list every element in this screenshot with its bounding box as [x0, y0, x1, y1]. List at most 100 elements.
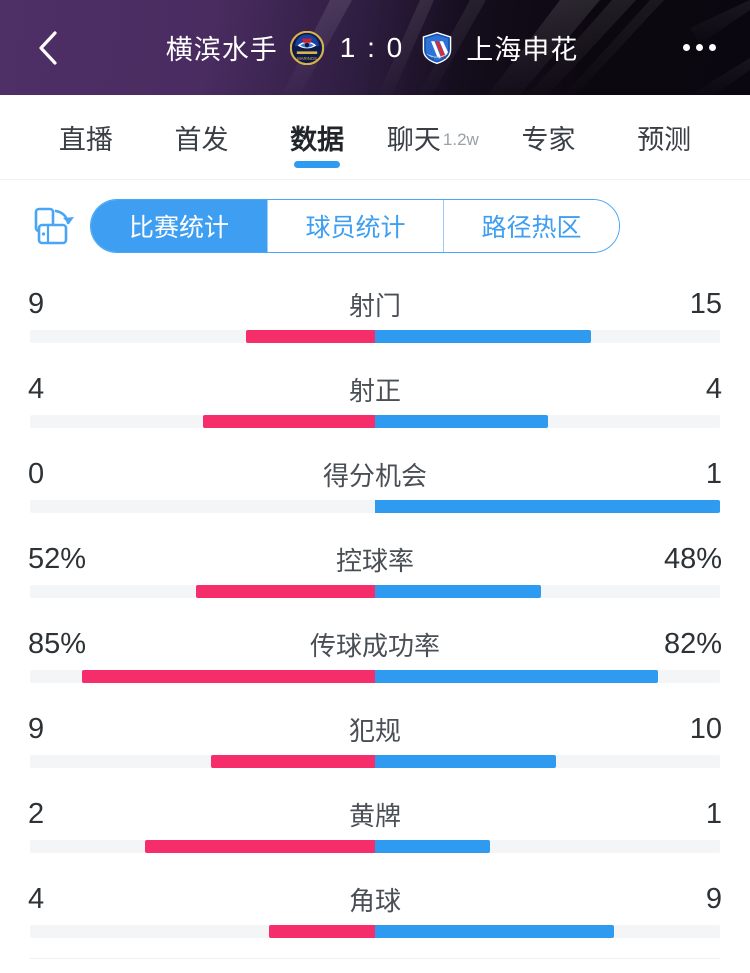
tab-预测[interactable]: 预测 — [606, 95, 722, 180]
away-stat-value: 9 — [652, 883, 722, 916]
home-bar-fill — [203, 415, 376, 428]
home-team-name: 横滨水手 — [166, 28, 278, 67]
home-bar-half — [30, 925, 375, 938]
away-stat-value: 48% — [652, 543, 722, 576]
away-stat-value: 15 — [652, 288, 722, 321]
home-bar-fill — [269, 925, 375, 938]
match-stats-list: 9射门154射正40得分机会152%控球率48%85%传球成功率82%9犯规10… — [0, 272, 750, 958]
home-stat-value: 9 — [28, 288, 98, 321]
stat-bar-track — [30, 585, 720, 598]
more-horizontal-icon — [709, 44, 716, 51]
away-bar-fill — [375, 755, 556, 768]
rotate-screen-button[interactable] — [24, 197, 82, 255]
home-bar-fill — [145, 840, 375, 853]
stat-row: 4角球9 — [0, 873, 750, 958]
home-bar-half — [30, 755, 375, 768]
stat-bar-track — [30, 755, 720, 768]
tab-数据[interactable]: 数据 — [259, 95, 375, 180]
away-bar-half — [375, 330, 720, 343]
stat-row: 85%传球成功率82% — [0, 618, 750, 703]
stat-bar-track — [30, 925, 720, 938]
stat-name: 射正 — [349, 371, 401, 408]
away-bar-fill — [375, 500, 720, 513]
home-bar-fill — [246, 330, 375, 343]
tab-专家[interactable]: 专家 — [491, 95, 607, 180]
svg-text:MARINOS: MARINOS — [297, 55, 317, 60]
tab-直播[interactable]: 直播 — [28, 95, 144, 180]
stat-name: 黄牌 — [349, 796, 401, 833]
more-horizontal-icon — [683, 44, 690, 51]
stat-row-labels: 85%传球成功率82% — [0, 618, 750, 670]
stat-bar-track — [30, 840, 720, 853]
away-bar-fill — [375, 840, 490, 853]
stat-name: 传球成功率 — [310, 626, 440, 663]
home-bar-fill — [196, 585, 375, 598]
segment-球员统计[interactable]: 球员统计 — [267, 200, 443, 252]
stat-row: 0得分机会1 — [0, 448, 750, 533]
stat-bar-track — [30, 415, 720, 428]
tab-label: 预测 — [637, 118, 691, 157]
match-title: 横滨水手 MARINOS 1 : 0 SHENHUA — [70, 28, 674, 67]
chevron-left-icon — [37, 30, 59, 66]
away-bar-half — [375, 415, 720, 428]
stat-row-labels: 2 黄牌 1 — [0, 788, 750, 840]
home-bar-fill — [211, 755, 375, 768]
stat-row: 9犯规10 — [0, 703, 750, 788]
away-bar-half — [375, 670, 720, 683]
stat-row-labels: 4射正4 — [0, 363, 750, 415]
tab-首发[interactable]: 首发 — [144, 95, 260, 180]
stat-row: 9 射门 15 — [0, 278, 750, 363]
tab-active-underline — [294, 161, 340, 168]
away-bar-half — [375, 500, 720, 513]
match-header: 横滨水手 MARINOS 1 : 0 SHENHUA — [0, 0, 750, 95]
stat-name: 控球率 — [336, 541, 414, 578]
back-button[interactable] — [26, 26, 70, 70]
away-stat-value: 10 — [652, 713, 722, 746]
stat-bar-track — [30, 670, 720, 683]
tab-label: 直播 — [59, 118, 113, 157]
home-bar-half — [30, 670, 375, 683]
tab-聊天[interactable]: 聊天1.2w — [375, 95, 491, 180]
stat-row: 2 黄牌 1 — [0, 788, 750, 873]
shanghai-shenhua-crest: SHENHUA — [420, 31, 454, 65]
tab-label: 专家 — [522, 118, 576, 157]
away-stat-value: 1 — [652, 458, 722, 491]
home-stat-value: 2 — [28, 798, 98, 831]
stat-bar-track — [30, 330, 720, 343]
stat-row-labels: 9犯规10 — [0, 703, 750, 755]
tab-label: 首发 — [175, 118, 229, 157]
stats-segmented-control: 比赛统计球员统计路径热区 — [90, 199, 620, 253]
home-stat-value: 85% — [28, 628, 98, 661]
home-stat-value: 52% — [28, 543, 98, 576]
away-stat-value: 1 — [652, 798, 722, 831]
tab-count-badge: 1.2w — [443, 124, 479, 150]
stat-row-labels: 9 射门 15 — [0, 278, 750, 330]
home-stat-value: 4 — [28, 373, 98, 406]
section-tabbar: 直播 首发数据聊天1.2w 专家 预测 — [0, 95, 750, 180]
stat-row-labels: 52% 控球率 48% — [0, 533, 750, 585]
stat-row-labels: 4角球9 — [0, 873, 750, 925]
rotate-screen-icon — [30, 203, 76, 249]
away-bar-fill — [375, 415, 548, 428]
svg-text:SHENHUA: SHENHUA — [428, 56, 447, 60]
stat-name: 射门 — [349, 286, 401, 323]
stat-bar-track — [30, 500, 720, 513]
away-bar-fill — [375, 670, 658, 683]
more-options-button[interactable] — [674, 26, 724, 70]
home-bar-half — [30, 500, 375, 513]
stat-row: 4射正4 — [0, 363, 750, 448]
segment-路径热区[interactable]: 路径热区 — [443, 200, 619, 252]
match-score: 1 : 0 — [336, 32, 408, 64]
home-stat-value: 9 — [28, 713, 98, 746]
home-bar-half — [30, 585, 375, 598]
segment-比赛统计[interactable]: 比赛统计 — [91, 200, 267, 252]
stats-toolbar: 比赛统计球员统计路径热区 — [0, 180, 750, 272]
stat-name: 得分机会 — [323, 456, 427, 493]
more-horizontal-icon — [696, 44, 703, 51]
yokohama-f-marinos-crest: MARINOS — [290, 31, 324, 65]
away-team-name: 上海申花 — [466, 28, 578, 67]
away-bar-fill — [375, 330, 591, 343]
home-bar-half — [30, 415, 375, 428]
away-bar-half — [375, 925, 720, 938]
away-bar-fill — [375, 585, 541, 598]
